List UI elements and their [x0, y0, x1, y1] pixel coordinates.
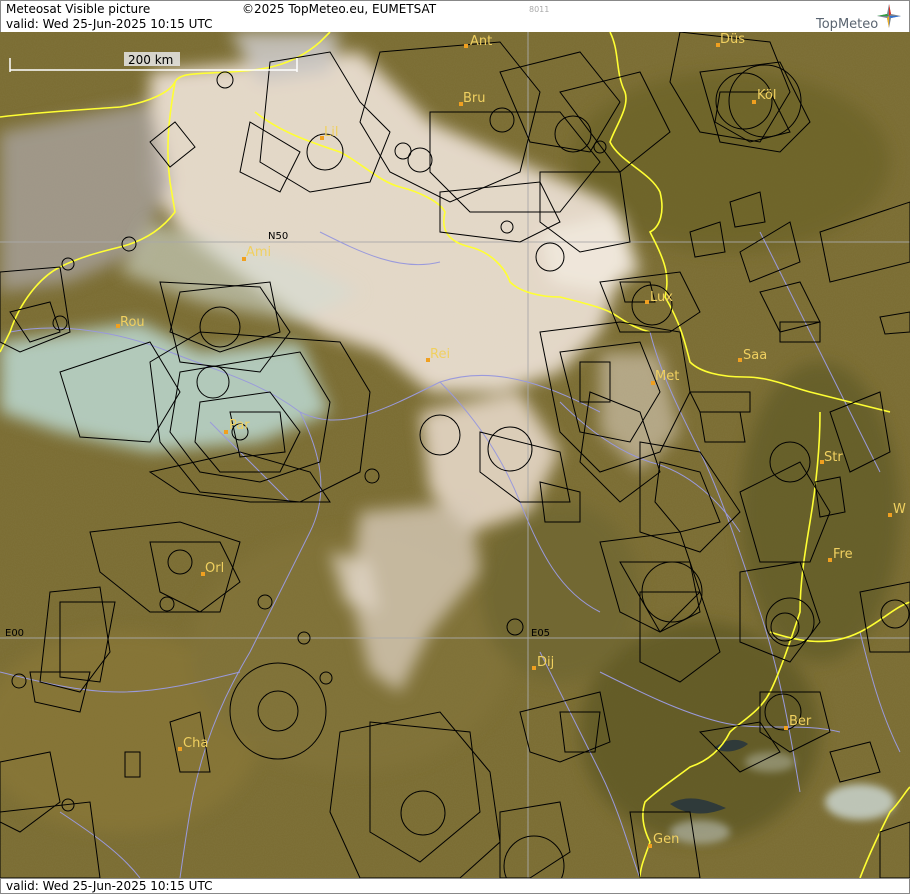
city-label: Bru	[463, 91, 486, 106]
city-label: Lil	[324, 125, 338, 140]
brand-logo-text[interactable]: TopMeteo	[816, 17, 878, 32]
city-label: Fre	[833, 547, 853, 562]
weather-map-frame: Meteosat Visible picture valid: Wed 25-J…	[0, 0, 910, 894]
copyright-text: ©2025 TopMeteo.eu, EUMETSAT	[242, 2, 437, 16]
city-label: Cha	[183, 736, 208, 751]
city-marker[interactable]: Ber	[784, 714, 812, 730]
city-marker[interactable]: Cha	[178, 736, 208, 751]
city-label: Ber	[789, 714, 812, 729]
city-label: W	[893, 502, 906, 517]
city-label: Met	[655, 369, 679, 384]
satellite-map-svg: N50 E00 E05 200 km Ant Düs Bru Köl Lil A…	[0, 32, 910, 878]
city-marker[interactable]: Lux	[645, 290, 673, 305]
city-marker[interactable]: Str	[820, 450, 843, 465]
footer-bar: valid: Wed 25-Jun-2025 10:15 UTC	[0, 878, 910, 894]
city-label: Par	[229, 418, 250, 433]
product-title: Meteosat Visible picture	[6, 2, 151, 16]
city-marker[interactable]: Saa	[738, 348, 767, 363]
footer-valid-time: valid: Wed 25-Jun-2025 10:15 UTC	[6, 879, 213, 893]
city-label: Rei	[430, 347, 450, 362]
grid-label-e05: E05	[531, 628, 550, 639]
city-marker[interactable]: Bru	[459, 91, 486, 106]
city-marker[interactable]: Düs	[716, 32, 745, 47]
city-label: Lux	[650, 290, 673, 305]
city-marker[interactable]: Rou	[116, 315, 145, 330]
city-label: Rou	[120, 315, 145, 330]
image-code: 8011	[529, 5, 550, 14]
satellite-map[interactable]: N50 E00 E05 200 km Ant Düs Bru Köl Lil A…	[0, 32, 910, 878]
scale-bar-label: 200 km	[128, 53, 173, 67]
valid-time: valid: Wed 25-Jun-2025 10:15 UTC	[6, 17, 213, 31]
city-label: Orl	[205, 561, 224, 576]
city-marker[interactable]: Ami	[242, 245, 271, 261]
city-label: Ant	[470, 34, 492, 49]
city-marker[interactable]: Met	[651, 369, 679, 385]
city-label: Str	[824, 450, 843, 465]
city-marker[interactable]: Rei	[426, 347, 450, 362]
city-marker[interactable]: Orl	[201, 561, 224, 576]
city-label: Ami	[246, 245, 271, 260]
grid-label-e00: E00	[5, 628, 24, 639]
city-label: Dij	[537, 655, 554, 670]
city-marker[interactable]: Gen	[648, 832, 679, 848]
grid-label-n50: N50	[268, 231, 288, 242]
header-bar: Meteosat Visible picture valid: Wed 25-J…	[0, 0, 910, 33]
city-label: Gen	[653, 832, 679, 847]
city-label: Saa	[743, 348, 767, 363]
city-label: Düs	[720, 32, 745, 47]
compass-star-icon	[877, 4, 901, 28]
city-label: Köl	[757, 88, 776, 103]
